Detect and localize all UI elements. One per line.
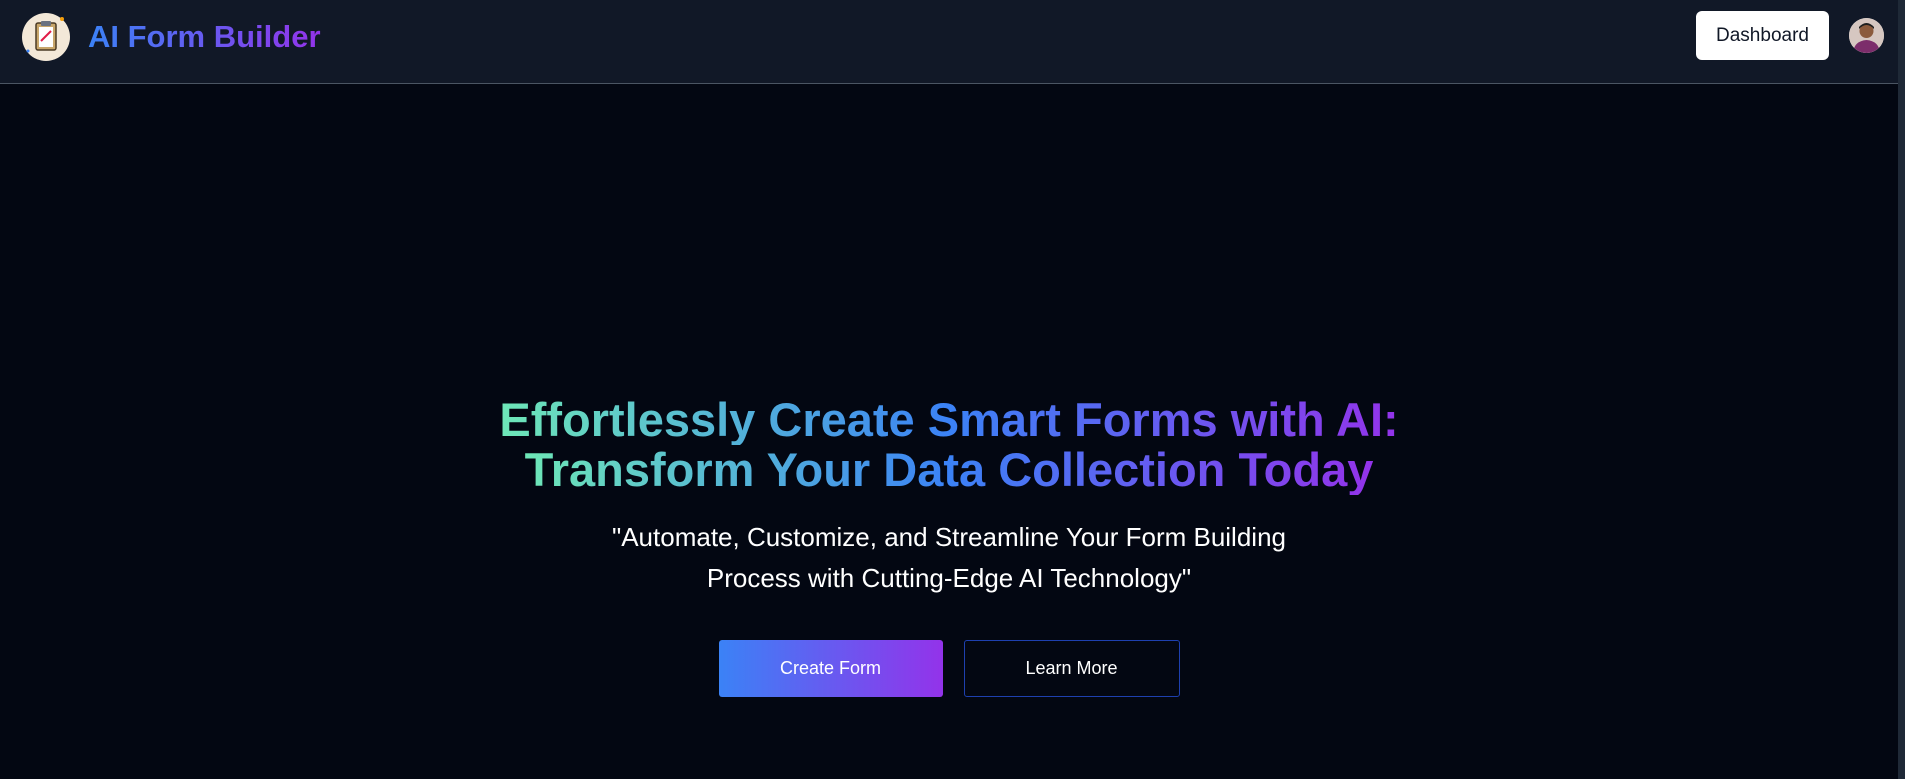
hero-headline-line-1: Effortlessly Create Smart Forms with AI: <box>499 393 1399 446</box>
cta-buttons: Create Form Learn More <box>0 640 1898 697</box>
user-avatar[interactable] <box>1849 18 1884 53</box>
page-scrollbar[interactable] <box>1898 0 1905 779</box>
brand-title[interactable]: AI Form Builder <box>88 18 321 56</box>
hero-section: Effortlessly Create Smart Forms with AI:… <box>0 395 1898 599</box>
clipboard-icon[interactable] <box>22 13 70 61</box>
hero-subtitle: "Automate, Customize, and Streamline You… <box>611 522 1286 593</box>
top-navbar: AI Form Builder Dashboard <box>0 0 1898 84</box>
dashboard-button[interactable]: Dashboard <box>1696 11 1829 60</box>
learn-more-button[interactable]: Learn More <box>963 640 1180 697</box>
hero-headline-line-2: Transform Your Data Collection Today <box>524 443 1374 496</box>
hero-headline: Effortlessly Create Smart Forms with AI:… <box>0 395 1898 495</box>
create-form-button[interactable]: Create Form <box>718 640 943 697</box>
